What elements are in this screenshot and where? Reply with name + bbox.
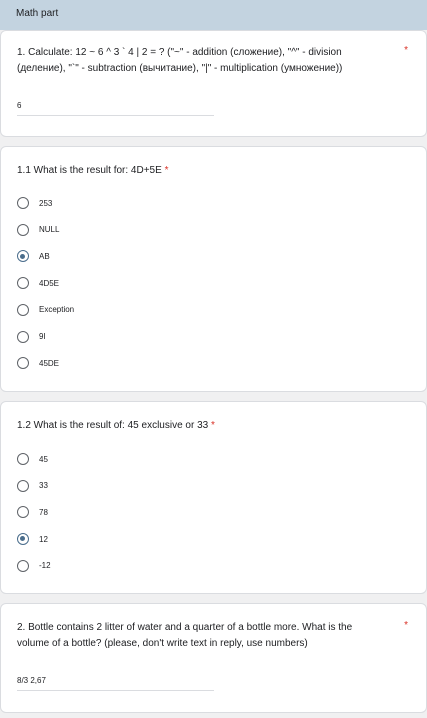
radio-option[interactable]: 9I: [17, 329, 46, 345]
answer-underline: [17, 115, 214, 116]
radio-option-label: NULL: [39, 225, 60, 235]
radio-option[interactable]: AB: [17, 248, 50, 264]
section-header: Math part: [0, 0, 427, 30]
radio-option-label: 33: [39, 481, 48, 491]
radio-button[interactable]: [17, 197, 29, 209]
radio-option[interactable]: 78: [17, 504, 48, 520]
question-title: 1. Calculate: 12 ~ 6 ^ 3 ` 4 | 2 = ? ("~…: [17, 45, 342, 77]
radio-option[interactable]: NULL: [17, 222, 59, 238]
radio-button[interactable]: [17, 559, 29, 572]
required-asterisk: *: [404, 620, 408, 631]
question-title: 1.2 What is the result of: 45 exclusive …: [17, 418, 215, 434]
question-title: 2. Bottle contains 2 litter of water and…: [17, 620, 352, 652]
radio-option[interactable]: 45DE: [17, 355, 59, 371]
question-title-line-2: (деление), "`" - subtraction (вычитание)…: [17, 63, 343, 74]
radio-option-label: 78: [39, 507, 48, 517]
radio-option[interactable]: 12: [17, 531, 48, 547]
radio-button[interactable]: [17, 223, 29, 236]
question-card-1-1: 1.1 What is the result for: 4D+5E * 253 N…: [0, 146, 427, 392]
radio-option[interactable]: 4D5E: [17, 275, 59, 291]
radio-option[interactable]: Exception: [17, 302, 74, 318]
question-title-text: 1.2 What is the result of: 45 exclusive …: [17, 420, 209, 431]
radio-option[interactable]: 45: [17, 451, 48, 467]
required-asterisk: *: [404, 45, 408, 56]
radio-option-label: 4D5E: [39, 278, 60, 288]
question-title-line-1: 1. Calculate: 12 ~ 6 ^ 3 ` 4 | 2 = ? ("~…: [17, 47, 342, 58]
radio-option-label: 45DE: [39, 358, 60, 368]
radio-button[interactable]: [17, 303, 29, 316]
question-card-1-2: 1.2 What is the result of: 45 exclusive …: [0, 401, 427, 594]
question-card-1: 1. Calculate: 12 ~ 6 ^ 3 ` 4 | 2 = ? ("~…: [0, 30, 427, 137]
radio-option[interactable]: -12: [17, 558, 51, 574]
required-asterisk: *: [211, 420, 215, 431]
radio-option-label: Exception: [39, 305, 75, 315]
required-asterisk: *: [164, 165, 169, 176]
question-title-line-2: volume of a bottle? (please, don't write…: [17, 638, 308, 649]
radio-button[interactable]: [17, 453, 29, 465]
radio-option-label: 9I: [39, 332, 46, 341]
radio-option-label: 12: [39, 534, 48, 544]
answer-input[interactable]: 6: [17, 101, 21, 110]
radio-option[interactable]: 253: [17, 195, 52, 211]
question-title-text: 1.1 What is the result for: 4D+5E: [17, 165, 162, 176]
radio-option-label: AB: [39, 251, 50, 261]
radio-button[interactable]: [17, 330, 29, 343]
answer-input[interactable]: 8/3 2,67: [17, 676, 46, 685]
radio-option-label: 253: [39, 198, 53, 208]
question-card-2: 2. Bottle contains 2 litter of water and…: [0, 603, 427, 713]
radio-option-label: 45: [39, 454, 48, 464]
radio-button-checked[interactable]: [17, 250, 29, 263]
question-title: 1.1 What is the result for: 4D+5E *: [17, 163, 168, 179]
radio-button[interactable]: [17, 277, 29, 290]
radio-button[interactable]: [17, 357, 29, 370]
radio-option[interactable]: 33: [17, 478, 48, 494]
section-title: Math part: [16, 8, 59, 19]
answer-underline: [17, 690, 214, 691]
radio-option-label: -12: [39, 561, 51, 571]
radio-button-checked[interactable]: [17, 533, 29, 546]
radio-button[interactable]: [17, 479, 29, 492]
question-title-line-1: 2. Bottle contains 2 litter of water and…: [17, 622, 353, 633]
radio-button[interactable]: [17, 506, 29, 519]
